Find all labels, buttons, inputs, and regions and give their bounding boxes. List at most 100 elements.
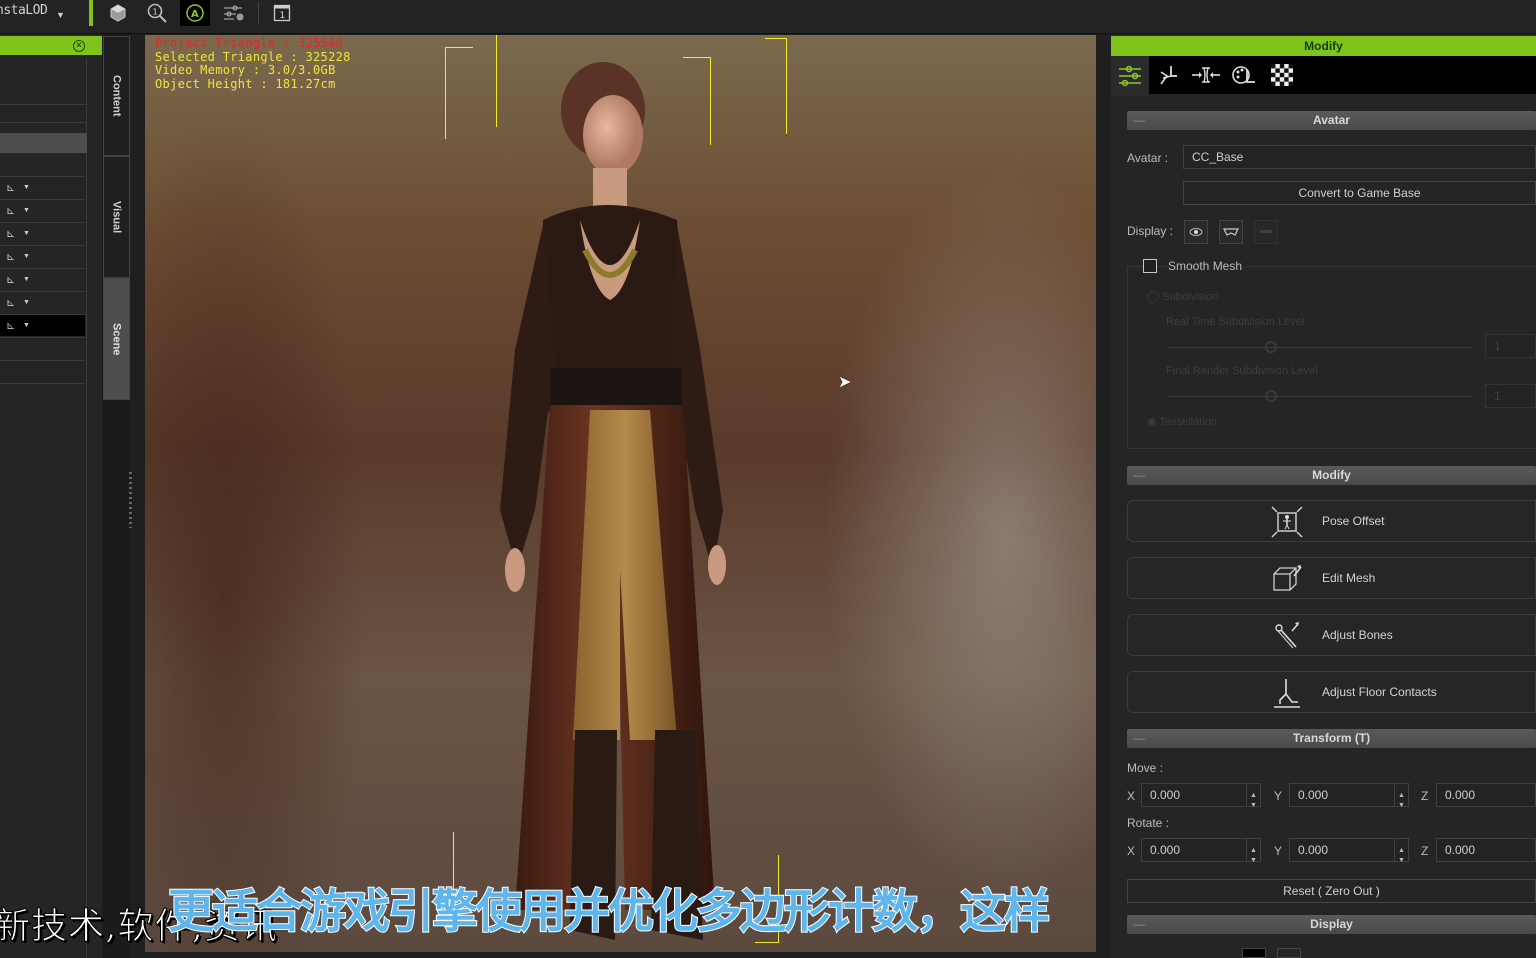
selection-bracket	[765, 38, 787, 134]
tessellation-radio[interactable]: ◉ Tessellation	[1147, 415, 1217, 428]
project-triangle-stat: Project Triangle : 325540	[155, 36, 344, 50]
final-render-subdivision-value[interactable]: 1	[1485, 384, 1536, 408]
selected-triangle-stat: Selected Triangle : 325228	[155, 49, 351, 64]
scene-tree: ⊾ ▼ ⊾ ▼ ⊾ ▼ ⊾ ▼ ⊾ ▼ ⊾ ▼ ⊾ ▼	[0, 58, 87, 958]
rotate-y-input[interactable]: 0.000 ▲ ▼	[1289, 838, 1409, 864]
cube-icon[interactable]	[103, 0, 133, 26]
modify-panel-title: Modify	[1111, 36, 1536, 56]
panel-icon[interactable]: 1	[267, 0, 297, 26]
floor-contact-icon	[1270, 676, 1304, 710]
realtime-subdivision-slider[interactable]	[1169, 347, 1473, 348]
rotate-x-input[interactable]: 0.000 ▲ ▼	[1141, 838, 1261, 864]
tab-scene[interactable]: Scene	[103, 278, 130, 400]
list-item-selected[interactable]: ⊾ ▼	[0, 314, 85, 336]
chevron-down-icon[interactable]: ▼	[23, 322, 30, 329]
display-section-header[interactable]: — Display	[1127, 915, 1536, 934]
list-item[interactable]: ⊾ ▼	[0, 291, 85, 313]
svg-text:1: 1	[153, 8, 158, 17]
character-model[interactable]	[455, 50, 745, 950]
collapse-icon[interactable]: —	[1133, 466, 1145, 485]
move-x-input[interactable]: 0.000 ▲ ▼	[1141, 783, 1261, 809]
subdivision-radio[interactable]: ◯ Subdivision	[1147, 290, 1219, 303]
tab-content[interactable]: Content	[103, 36, 130, 156]
texture-tab[interactable]	[1263, 56, 1301, 94]
modify-panel: Modify — Avatar Avatar : CC_Base Convert …	[1111, 34, 1536, 958]
smooth-mesh-checkbox[interactable]	[1143, 259, 1157, 273]
collapse-icon[interactable]: —	[1133, 915, 1145, 934]
3d-viewport[interactable]: Project Triangle : 325540 Selected Trian…	[145, 35, 1096, 952]
motion-tab[interactable]	[1149, 56, 1187, 94]
close-icon[interactable]: ×	[73, 40, 85, 52]
chevron-down-icon[interactable]: ▼	[23, 276, 30, 283]
video-memory-stat: Video Memory : 3.0/3.0GB	[155, 63, 336, 77]
scene-panel-header: ×	[0, 36, 102, 55]
object-icon: ⊾	[6, 297, 16, 309]
scene-tree-header	[0, 133, 87, 153]
auto-a-icon[interactable]: A	[180, 0, 210, 26]
adjust-bones-icon	[1270, 619, 1304, 653]
instalod-menu-label[interactable]: nstaLOD	[0, 3, 48, 18]
display-eye-button[interactable]	[1184, 220, 1208, 244]
chevron-down-icon[interactable]: ▼	[23, 253, 30, 260]
convert-to-game-base-button[interactable]: Convert to Game Base	[1183, 181, 1536, 205]
top-toolbar: nstaLOD ▼ 1 A 1	[0, 0, 1536, 34]
chevron-down-icon[interactable]: ▼	[23, 184, 30, 191]
object-icon: ⊾	[6, 251, 16, 263]
edit-mesh-button[interactable]: Edit Mesh	[1127, 557, 1536, 599]
reset-zero-out-button[interactable]: Reset ( Zero Out )	[1127, 879, 1536, 903]
viewport-stats: Project Triangle : 325540 Selected Trian…	[155, 36, 351, 91]
realtime-subdivision-label: Real Time Subdivision Level	[1166, 316, 1305, 328]
search-figure-icon[interactable]: 1	[142, 0, 172, 26]
chevron-down-icon[interactable]: ▼	[23, 207, 30, 214]
avatar-section-header[interactable]: — Avatar	[1127, 111, 1536, 130]
mask-icon	[1223, 228, 1239, 236]
move-z-label: Z	[1421, 789, 1429, 803]
move-y-label: Y	[1274, 789, 1283, 803]
list-item[interactable]: ⊾ ▼	[0, 176, 85, 198]
final-render-subdivision-knob[interactable]	[1265, 390, 1277, 402]
list-item[interactable]	[0, 360, 85, 382]
collapse-icon[interactable]: —	[1133, 729, 1145, 748]
scene-search-input[interactable]	[0, 104, 87, 123]
spinner-arrows[interactable]: ▲ ▼	[1394, 784, 1408, 809]
list-item[interactable]	[0, 383, 85, 405]
display-color-swatch[interactable]	[1242, 948, 1266, 958]
spinner-arrows[interactable]: ▲ ▼	[1394, 839, 1408, 864]
adjust-bones-button[interactable]: Adjust Bones	[1127, 614, 1536, 656]
toolbar-divider	[258, 2, 259, 24]
chevron-down-icon[interactable]: ▼	[56, 10, 65, 20]
realtime-subdivision-value[interactable]: 1	[1485, 334, 1536, 358]
spinner-arrows[interactable]: ▲ ▼	[1246, 784, 1260, 809]
settings-sliders-icon[interactable]	[219, 0, 249, 26]
modify-section-header[interactable]: — Modify	[1127, 466, 1536, 485]
move-y-input[interactable]: 0.000 ▲ ▼	[1289, 783, 1409, 809]
list-item[interactable]: ⊾ ▼	[0, 245, 85, 267]
list-item[interactable]: ⊾ ▼	[0, 222, 85, 244]
scene-panel: × ⊾ ▼ ⊾ ▼ ⊾ ▼ ⊾ ▼ ⊾ ▼ ⊾ ▼ ⊾ ▼	[0, 34, 102, 958]
tab-visual[interactable]: Visual	[103, 156, 130, 278]
morph-tab[interactable]	[1187, 56, 1225, 94]
avatar-name-field[interactable]: CC_Base	[1183, 145, 1536, 169]
transform-section-header[interactable]: — Transform (T)	[1127, 729, 1536, 748]
display-mask-button[interactable]	[1219, 220, 1243, 244]
list-item[interactable]: ⊾ ▼	[0, 199, 85, 221]
spinner-arrows[interactable]: ▲ ▼	[1246, 839, 1260, 864]
chevron-down-icon[interactable]: ▼	[23, 299, 30, 306]
list-item[interactable]	[0, 337, 85, 359]
display-option-button[interactable]	[1277, 948, 1301, 958]
collapse-icon[interactable]: —	[1133, 111, 1145, 130]
pose-offset-button[interactable]: Pose Offset	[1127, 500, 1536, 542]
material-tab[interactable]	[1225, 56, 1263, 94]
adjust-floor-contacts-button[interactable]: Adjust Floor Contacts	[1127, 671, 1536, 713]
panel-resize-handle[interactable]	[129, 472, 132, 528]
list-item[interactable]: ⊾ ▼	[0, 268, 85, 290]
rotate-z-input[interactable]: 0.000	[1436, 838, 1536, 862]
mouse-cursor-icon: ➤	[838, 374, 852, 391]
chevron-down-icon[interactable]: ▼	[23, 230, 30, 237]
eye-icon	[1189, 228, 1203, 236]
attributes-tab[interactable]	[1111, 56, 1149, 96]
final-render-subdivision-slider[interactable]	[1169, 396, 1473, 397]
realtime-subdivision-knob[interactable]	[1265, 341, 1277, 353]
display-disabled-button[interactable]	[1254, 220, 1278, 244]
move-z-input[interactable]: 0.000	[1436, 783, 1536, 807]
